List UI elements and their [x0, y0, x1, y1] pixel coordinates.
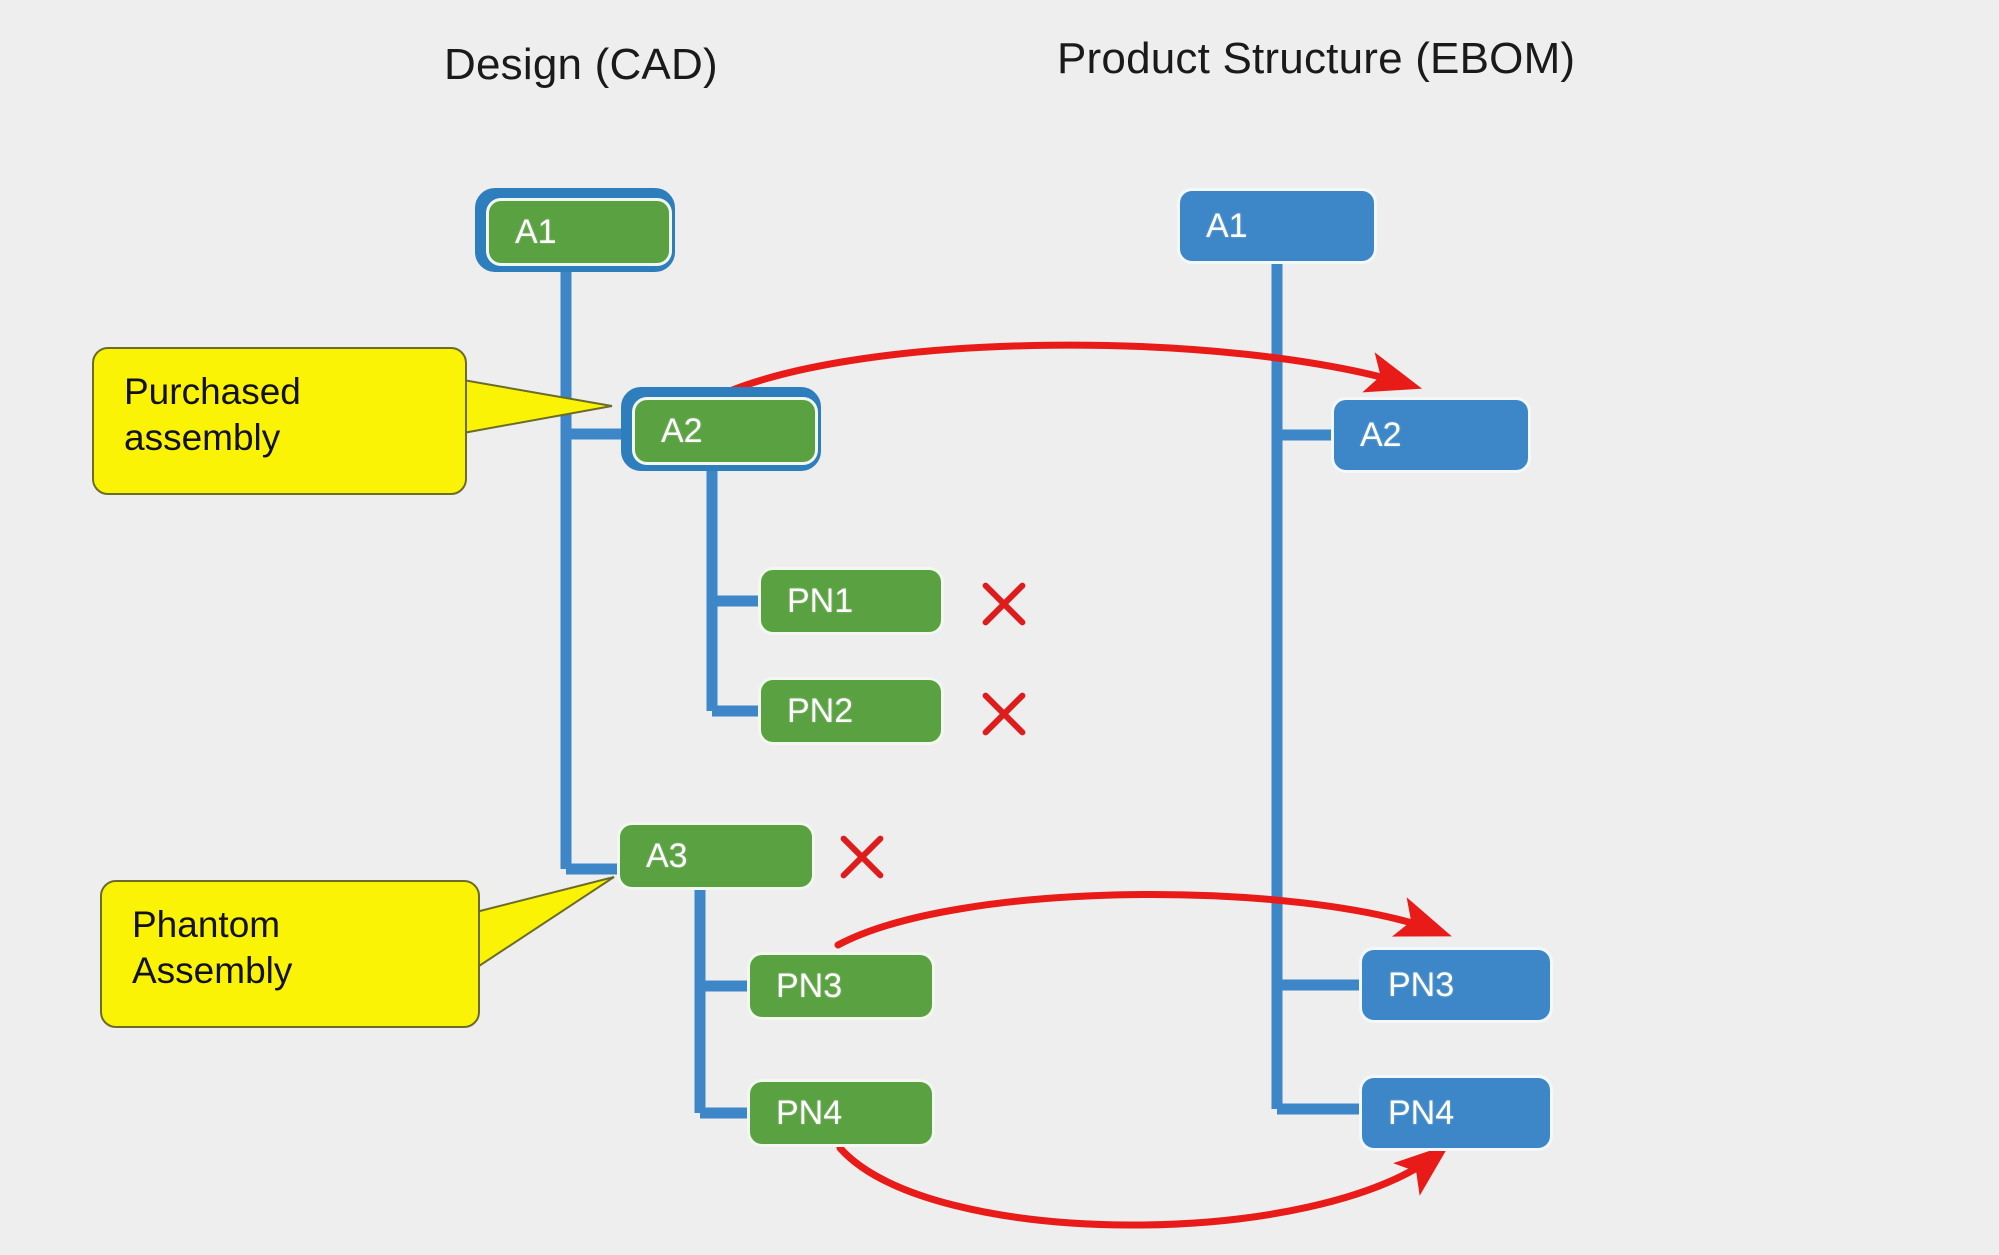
cad-node-a2-label: A2: [661, 411, 703, 450]
callout-purchased-line-1: Purchased: [124, 371, 301, 412]
ebom-node-pn4-label: PN4: [1388, 1093, 1455, 1132]
ebom-node-a1-label: A1: [1206, 206, 1248, 245]
callout-phantom-tail: [475, 876, 615, 970]
arrow-pn4-path: [836, 1144, 1450, 1229]
callout-tails: [462, 378, 615, 970]
ebom-node-a2-label: A2: [1360, 415, 1402, 454]
cad-node-pn3-label: PN3: [776, 966, 843, 1005]
callout-purchased-assembly: Purchased assembly: [92, 347, 467, 495]
diagram-canvas: Design (CAD) Product Structure (EBOM) A1…: [0, 0, 1999, 1255]
ebom-node-a1[interactable]: A1: [1180, 191, 1374, 261]
cad-node-pn1[interactable]: PN1: [761, 570, 941, 632]
cad-node-a2[interactable]: A2: [635, 400, 815, 462]
callout-phantom-line-2: Assembly: [132, 949, 293, 991]
x-icon-pn2: [975, 685, 1033, 743]
cad-node-a3[interactable]: A3: [620, 825, 812, 887]
ebom-tree-lines: [1271, 261, 1368, 1115]
callout-phantom-assembly: Phantom Assembly: [100, 880, 480, 1028]
x-icon-pn1: [975, 575, 1033, 633]
cad-node-a1[interactable]: A1: [489, 201, 669, 263]
x-icon-a3: [833, 828, 891, 886]
ebom-node-pn3-label: PN3: [1388, 965, 1455, 1004]
cad-node-pn2-label: PN2: [787, 691, 854, 730]
cad-node-pn4-label: PN4: [776, 1093, 843, 1132]
callout-purchased-tail: [462, 378, 613, 435]
cad-node-pn1-label: PN1: [787, 581, 854, 620]
ebom-node-a2[interactable]: A2: [1334, 400, 1528, 470]
cad-node-pn3[interactable]: PN3: [750, 955, 932, 1017]
ebom-node-pn4[interactable]: PN4: [1362, 1078, 1550, 1148]
callout-phantom-line-1: Phantom: [132, 904, 281, 945]
arrow-pn3-path: [834, 891, 1452, 949]
arrow-a2-path: [712, 341, 1423, 401]
cad-node-pn4[interactable]: PN4: [750, 1082, 932, 1144]
cad-node-a3-label: A3: [646, 836, 688, 875]
ebom-node-pn3[interactable]: PN3: [1362, 950, 1550, 1020]
callout-purchased-line-2: assembly: [124, 416, 281, 458]
cad-node-pn2[interactable]: PN2: [761, 680, 941, 742]
column-title-ebom: Product Structure (EBOM): [1057, 34, 1576, 83]
cad-node-a1-label: A1: [515, 212, 557, 251]
column-title-cad: Design (CAD): [444, 40, 718, 89]
